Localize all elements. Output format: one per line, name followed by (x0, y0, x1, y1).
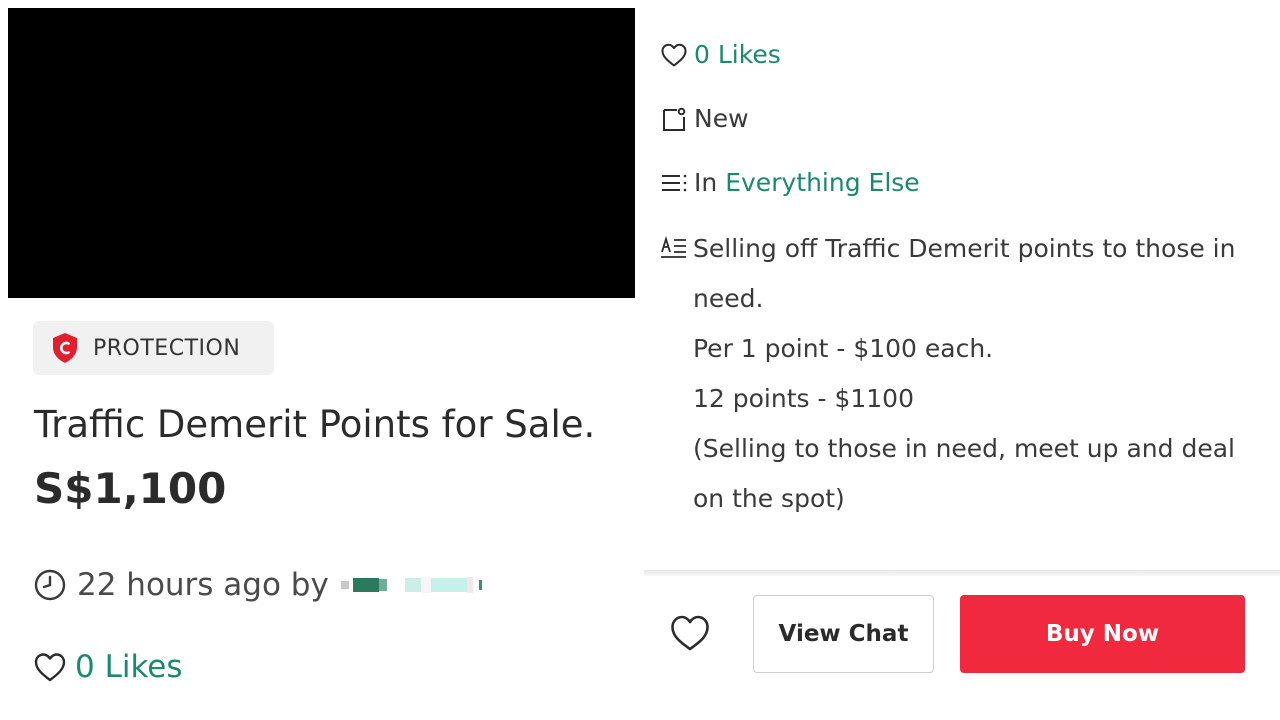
listing-price: S$1,100 (34, 464, 227, 513)
list-icon (662, 174, 687, 191)
listing-details: 0 Likes New In Everything Else Selling o… (644, 0, 1280, 720)
description-line: need. (693, 284, 764, 313)
description-line: Selling off Traffic Demerit points to th… (693, 234, 1236, 263)
listing-photo[interactable] (8, 8, 635, 298)
description-line: (Selling to those in need, meet up and d… (693, 434, 1235, 463)
condition-row: New (660, 104, 749, 133)
clock-icon (34, 569, 66, 601)
like-button-heart-icon[interactable] (669, 613, 711, 653)
category-link[interactable]: Everything Else (725, 168, 919, 197)
description-line: 12 points - $1100 (693, 384, 914, 413)
listing-description: Selling off Traffic Demerit points to th… (693, 224, 1263, 524)
likes-label: 0 Likes (75, 649, 183, 685)
tag-icon (663, 107, 686, 131)
action-bar-divider (644, 570, 1280, 576)
details-likes[interactable]: 0 Likes (660, 40, 781, 69)
condition-label: New (694, 104, 749, 133)
listing-summary: PROTECTION Traffic Demerit Points for Sa… (0, 0, 640, 720)
description-line: on the spot) (693, 484, 845, 513)
likes-count[interactable]: 0 Likes (33, 645, 183, 689)
seller-name-redacted[interactable] (340, 570, 482, 600)
heart-icon (34, 653, 66, 682)
screenshot: PROTECTION Traffic Demerit Points for Sa… (0, 0, 1280, 720)
description-line: Per 1 point - $100 each. (693, 334, 994, 363)
protection-badge[interactable]: PROTECTION (33, 321, 274, 375)
shield-c-icon (53, 333, 77, 363)
text-description-icon (661, 236, 686, 258)
view-chat-button[interactable]: View Chat (753, 595, 934, 673)
listing-title: Traffic Demerit Points for Sale. (34, 403, 596, 446)
details-likes-label: 0 Likes (694, 40, 781, 69)
category-prefix: In (694, 168, 718, 197)
buy-now-button[interactable]: Buy Now (960, 595, 1245, 673)
heart-icon (661, 43, 687, 66)
category-row: In Everything Else (660, 168, 920, 197)
posted-info: 22 hours ago by (33, 563, 482, 607)
posted-time: 22 hours ago by (77, 567, 329, 603)
protection-label: PROTECTION (93, 335, 241, 361)
